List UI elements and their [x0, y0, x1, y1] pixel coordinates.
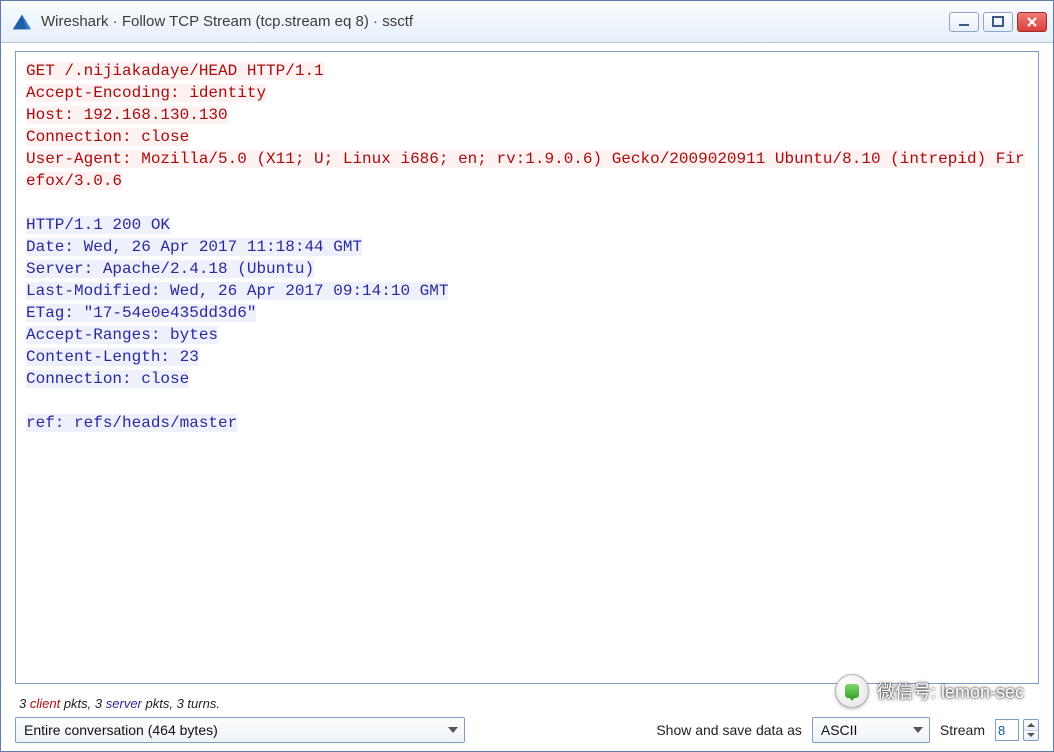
minimize-icon [958, 16, 970, 28]
app-window: Wireshark · Follow TCP Stream (tcp.strea… [0, 0, 1054, 752]
conversation-combo-label: Entire conversation (464 bytes) [24, 722, 218, 738]
maximize-icon [992, 16, 1004, 28]
window-title: Wireshark · Follow TCP Stream (tcp.strea… [41, 13, 949, 30]
wireshark-icon [11, 11, 33, 33]
chevron-up-icon [1027, 723, 1035, 727]
stream-content-box: GET /.nijiakadaye/HEAD HTTP/1.1 Accept-E… [15, 51, 1039, 684]
minimize-button[interactable] [949, 12, 979, 32]
footer: 3 client pkts, 3 server pkts, 3 turns. E… [1, 692, 1053, 751]
request-text: GET /.nijiakadaye/HEAD HTTP/1.1 Accept-E… [26, 62, 1025, 190]
encoding-combo[interactable]: ASCII [812, 717, 930, 743]
maximize-button[interactable] [983, 12, 1013, 32]
turns-text: 3 turns. [177, 696, 220, 711]
close-button[interactable] [1017, 12, 1047, 32]
stream-spin-buttons [1023, 719, 1039, 741]
chevron-down-icon [913, 727, 923, 733]
stream-spin-down[interactable] [1024, 730, 1038, 741]
client-after: pkts, [60, 696, 95, 711]
response-text: HTTP/1.1 200 OK Date: Wed, 26 Apr 2017 1… [26, 216, 448, 432]
stream-input[interactable] [995, 719, 1019, 741]
show-save-label: Show and save data as [656, 722, 802, 738]
chevron-down-icon [448, 727, 458, 733]
titlebar[interactable]: Wireshark · Follow TCP Stream (tcp.strea… [1, 1, 1053, 43]
controls-row: Entire conversation (464 bytes) Show and… [15, 717, 1039, 743]
server-after: pkts, [142, 696, 177, 711]
close-icon [1026, 16, 1038, 28]
server-word: server [106, 696, 142, 711]
stream-spinner [995, 719, 1039, 741]
encoding-combo-label: ASCII [821, 722, 858, 738]
stream-spin-up[interactable] [1024, 720, 1038, 730]
stats-row: 3 client pkts, 3 server pkts, 3 turns. [15, 692, 1039, 717]
client-word: client [30, 696, 60, 711]
stream-text-area[interactable]: GET /.nijiakadaye/HEAD HTTP/1.1 Accept-E… [16, 52, 1038, 683]
conversation-combo[interactable]: Entire conversation (464 bytes) [15, 717, 465, 743]
client-count: 3 [19, 696, 26, 711]
stream-label: Stream [940, 722, 985, 738]
window-buttons [949, 12, 1047, 32]
chevron-down-icon [1027, 733, 1035, 737]
server-count: 3 [95, 696, 102, 711]
